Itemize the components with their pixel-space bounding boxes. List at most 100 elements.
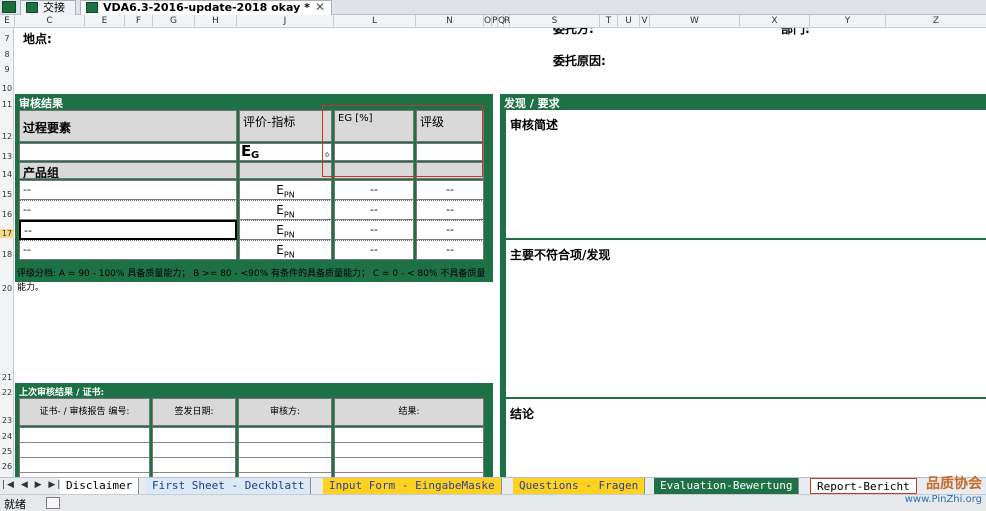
- row-header-cell[interactable]: 23: [0, 416, 14, 425]
- column-header-cell[interactable]: F: [125, 15, 153, 28]
- row-header-cell-selected[interactable]: 17: [0, 229, 14, 238]
- row-header-cell[interactable]: 20: [0, 284, 14, 293]
- sheet-tab-bar: |◀ ◀ ▶ ▶| Disclaimer First Sheet - Deckb…: [0, 477, 986, 494]
- table-row-eg[interactable]: --: [334, 200, 414, 220]
- row-header-cell[interactable]: 18: [0, 250, 14, 259]
- cell-j14[interactable]: [239, 162, 332, 179]
- worksheet-grid[interactable]: 地点: 委托方: 部门: 委托原因: 审核结果 过程要素 评价-指标 EG [%…: [15, 28, 986, 477]
- table-row-indicator[interactable]: EPN: [239, 220, 332, 240]
- audit-summary-label: 审核简述: [510, 118, 559, 132]
- table-row-name-selected[interactable]: --: [19, 220, 237, 240]
- audit-summary-panel[interactable]: 审核简述: [506, 110, 986, 238]
- column-header-cell[interactable]: E: [0, 15, 15, 28]
- column-header-cell[interactable]: G: [153, 15, 195, 28]
- column-header-cell[interactable]: H: [195, 15, 237, 28]
- cert-number-header[interactable]: 证书- / 审核报告 编号:: [19, 398, 150, 426]
- sheet-tab-questions[interactable]: Questions - Fragen: [513, 478, 646, 494]
- process-element-header[interactable]: 过程要素: [19, 110, 237, 142]
- excel-app-icon[interactable]: [2, 1, 16, 13]
- product-group-label: 产品组: [23, 166, 60, 179]
- workbook-icon: [86, 2, 98, 13]
- row-header-cell[interactable]: 10: [0, 84, 14, 93]
- column-header-cell[interactable]: X: [740, 15, 810, 28]
- cert-number-cells[interactable]: [19, 427, 150, 477]
- sheet-tab-disclaimer[interactable]: Disclaimer: [60, 478, 140, 494]
- auditor-cells[interactable]: [238, 427, 332, 477]
- table-row-eg[interactable]: --: [334, 220, 414, 240]
- macro-record-icon[interactable]: [46, 497, 60, 509]
- row-header-cell[interactable]: 13: [0, 152, 14, 161]
- column-header-cell[interactable]: T: [600, 15, 618, 28]
- table-row-indicator[interactable]: EPN: [239, 200, 332, 220]
- doc-tab-handover[interactable]: 交接: [20, 0, 76, 15]
- close-icon[interactable]: ✕: [315, 1, 325, 14]
- column-header-cell[interactable]: O: [484, 15, 492, 28]
- column-header-cell[interactable]: V: [640, 15, 650, 28]
- status-bar: 就绪: [0, 494, 986, 511]
- eg-symbol-cell[interactable]: E G 0: [239, 143, 332, 161]
- row-header-cell[interactable]: 24: [0, 432, 14, 441]
- column-header-cell[interactable]: L: [334, 15, 416, 28]
- row-header-cell[interactable]: 22: [0, 388, 14, 397]
- sheet-tab-input-form[interactable]: Input Form - EingabeMaske: [323, 478, 502, 494]
- row-header-cell[interactable]: 26: [0, 462, 14, 471]
- row-name: --: [23, 183, 31, 196]
- indicator-label: 评价-指标: [243, 115, 296, 129]
- department-label: 部门:: [781, 28, 810, 36]
- indicator-header[interactable]: 评价-指标: [239, 110, 332, 142]
- column-header-cell[interactable]: S: [510, 15, 600, 28]
- row-header-cell[interactable]: 7: [0, 34, 14, 43]
- row-header-cell[interactable]: 15: [0, 190, 14, 199]
- column-header-cell[interactable]: W: [650, 15, 740, 28]
- column-header-cell[interactable]: Y: [810, 15, 886, 28]
- doc-tab-label: 交接: [43, 1, 65, 14]
- issue-date-cells[interactable]: [152, 427, 236, 477]
- table-row-name[interactable]: --: [19, 240, 237, 260]
- conclusion-panel[interactable]: 结论: [506, 399, 986, 477]
- table-row-grade[interactable]: --: [416, 220, 484, 240]
- last-audit-section: 上次审核结果 / 证书: 证书- / 审核报告 编号: 签发日期: 审核方: 结…: [15, 383, 493, 477]
- row-header-cell[interactable]: 12: [0, 132, 14, 141]
- sheet-tab-first-sheet[interactable]: First Sheet - Deckblatt: [146, 478, 312, 494]
- auditor-header[interactable]: 审核方:: [238, 398, 332, 426]
- cell-c13[interactable]: [19, 143, 237, 161]
- table-row-name[interactable]: --: [19, 200, 237, 220]
- table-row-eg[interactable]: --: [334, 180, 414, 200]
- row-header-cell[interactable]: 8: [0, 50, 14, 59]
- column-header-cell[interactable]: N: [416, 15, 484, 28]
- column-header-cell[interactable]: E: [85, 15, 125, 28]
- column-header-cell[interactable]: U: [618, 15, 640, 28]
- doc-tab-vda[interactable]: VDA6.3-2016-update-2018 okay * ✕: [80, 0, 332, 15]
- table-row-indicator[interactable]: EPN: [239, 240, 332, 260]
- watermark-brand: 品质协会: [926, 476, 982, 492]
- row-name: --: [23, 243, 31, 256]
- status-ready: 就绪: [4, 498, 26, 511]
- doc-tab-label: VDA6.3-2016-update-2018 okay *: [103, 1, 310, 14]
- column-header-cell[interactable]: C: [15, 15, 85, 28]
- product-group-cell[interactable]: 产品组: [19, 162, 237, 179]
- result-cells[interactable]: [334, 427, 484, 477]
- row-header-cell[interactable]: 21: [0, 373, 14, 382]
- table-row-eg[interactable]: --: [334, 240, 414, 260]
- row-name: --: [24, 224, 32, 237]
- result-header[interactable]: 结果:: [334, 398, 484, 426]
- row-header-cell[interactable]: 9: [0, 65, 14, 74]
- column-header-cell[interactable]: Z: [886, 15, 986, 28]
- table-row-grade[interactable]: --: [416, 240, 484, 260]
- column-header-cell[interactable]: J: [237, 15, 334, 28]
- row-header-cell[interactable]: 16: [0, 210, 14, 219]
- sheet-nav-arrows-icon[interactable]: |◀ ◀ ▶ ▶|: [2, 480, 62, 490]
- table-row-indicator[interactable]: EPN: [239, 180, 332, 200]
- sheet-tab-report[interactable]: Report-Bericht: [810, 478, 917, 494]
- nonconformity-panel[interactable]: 主要不符合项/发现: [506, 240, 986, 397]
- findings-title: 发现 / 要求: [504, 97, 560, 110]
- issue-date-header[interactable]: 签发日期:: [152, 398, 236, 426]
- table-row-grade[interactable]: --: [416, 180, 484, 200]
- row-header-cell[interactable]: 11: [0, 100, 14, 109]
- row-header-cell[interactable]: 25: [0, 447, 14, 456]
- row-header-cell[interactable]: 14: [0, 170, 14, 179]
- issue-date-label: 签发日期:: [174, 407, 214, 417]
- table-row-grade[interactable]: --: [416, 200, 484, 220]
- sheet-tab-evaluation[interactable]: Evaluation-Bewertung: [654, 478, 800, 494]
- table-row-name[interactable]: --: [19, 180, 237, 200]
